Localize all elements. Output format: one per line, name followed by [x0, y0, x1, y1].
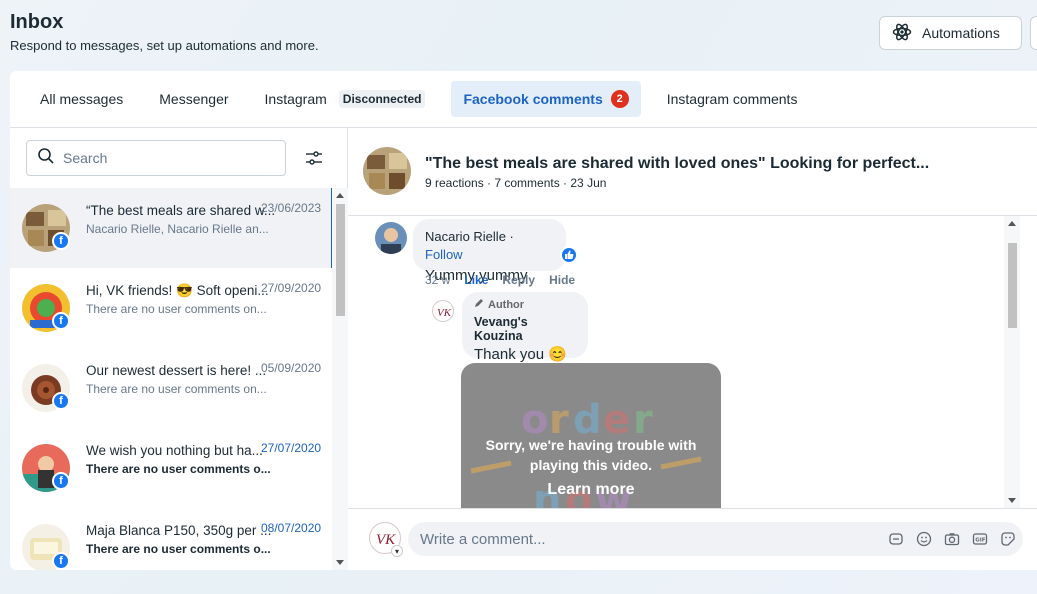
emoji-icon[interactable] — [915, 530, 933, 548]
scroll-down-icon[interactable] — [336, 560, 344, 565]
conversation-date: 27/07/2020 — [261, 441, 322, 455]
author-tag: Author — [474, 298, 576, 311]
video-attachment[interactable]: order now Sorry, we're having trouble wi… — [461, 363, 721, 508]
author-tag-label: Author — [488, 298, 525, 311]
conversation-title: “The best meals are shared w... — [86, 203, 276, 218]
separator-dot: · — [505, 229, 514, 244]
conversation-date: 05/09/2020 — [261, 361, 322, 375]
conversation-item[interactable]: f Maja Blanca P150, 350g per ... There a… — [10, 508, 332, 570]
camera-icon[interactable] — [943, 530, 961, 548]
facebook-icon: f — [52, 392, 70, 410]
search-input[interactable] — [63, 150, 263, 166]
automations-button[interactable]: Automations — [879, 16, 1022, 50]
search-icon — [37, 147, 55, 170]
conversation-title: Our newest dessert is here! ... — [86, 363, 267, 378]
facebook-icon: f — [52, 472, 70, 490]
hide-button[interactable]: Hide — [549, 273, 575, 287]
scrollbar-thumb[interactable] — [336, 204, 345, 316]
comment-bubble: Nacario Rielle · Follow Yummy yummy — [413, 219, 566, 284]
saved-reply-icon[interactable] — [887, 530, 905, 548]
thread-scrollbar[interactable] — [1004, 216, 1020, 508]
comment-thread: Nacario Rielle · Follow Yummy yummy 32 w… — [348, 216, 1020, 508]
svg-text:VK: VK — [437, 307, 452, 319]
inbox-panel: All messages Messenger Instagram Disconne… — [10, 71, 1037, 570]
tab-instagram-comments[interactable]: Instagram comments — [657, 81, 808, 117]
gif-icon[interactable]: GIF — [971, 530, 989, 548]
sticker-icon[interactable] — [999, 530, 1017, 548]
conversation-item[interactable]: f We wish you nothing but ha... There ar… — [10, 428, 332, 508]
unread-count-badge: 2 — [610, 90, 629, 108]
more-button[interactable] — [1030, 16, 1037, 50]
tab-bar: All messages Messenger Instagram Disconne… — [10, 71, 1037, 128]
comment-actions: 32 w Like Reply Hide — [425, 273, 575, 287]
post-header: "The best meals are shared with loved on… — [348, 128, 1037, 216]
conversation-preview: Nacario Rielle, Nacario Rielle an... — [86, 222, 269, 236]
conversation-preview: There are no user comments o... — [86, 462, 271, 476]
post-title[interactable]: "The best meals are shared with loved on… — [425, 155, 929, 173]
tab-label: All messages — [40, 91, 124, 107]
tab-instagram[interactable]: Instagram Disconnected — [255, 81, 436, 117]
reply-author[interactable]: Vevang's Kouzina — [474, 315, 576, 343]
comment-input[interactable] — [420, 530, 870, 548]
comment-composer: VK ▾ GIF — [348, 508, 1037, 570]
conversation-date: 23/06/2023 — [261, 201, 322, 215]
comment-input-box: GIF — [408, 522, 1023, 556]
conversation-sidebar: f “The best meals are shared w... Nacari… — [10, 128, 348, 570]
page-subtitle: Respond to messages, set up automations … — [10, 38, 319, 53]
composer-icons: GIF — [887, 530, 1017, 548]
conversation-date: 08/07/2020 — [261, 521, 322, 535]
comment-age: 32 w — [425, 273, 451, 287]
tab-facebook-comments[interactable]: Facebook comments 2 — [451, 81, 641, 117]
conversation-preview: There are no user comments o... — [86, 542, 271, 556]
video-error-message: Sorry, we're having trouble with playing… — [485, 437, 697, 473]
reply-text: Thank you 😊 — [474, 346, 567, 363]
comment-author[interactable]: Nacario Rielle — [425, 229, 506, 244]
page-header: Inbox Respond to messages, set up automa… — [10, 10, 319, 53]
post-thumbnail[interactable] — [363, 147, 411, 195]
svg-text:GIF: GIF — [975, 538, 986, 544]
facebook-icon: f — [52, 552, 70, 570]
conversation-preview: There are no user comments on... — [86, 382, 267, 396]
conversation-scrollbar[interactable] — [332, 188, 348, 570]
pencil-icon — [474, 298, 484, 311]
filter-icon[interactable] — [304, 148, 324, 168]
chevron-down-icon[interactable]: ▾ — [391, 545, 403, 557]
facebook-icon: f — [52, 312, 70, 330]
follow-link[interactable]: Follow — [425, 247, 463, 262]
conversation-title: We wish you nothing but ha... — [86, 443, 263, 458]
tab-label: Instagram — [264, 91, 327, 107]
reply-bubble: Author Vevang's Kouzina Thank you 😊 — [462, 292, 588, 363]
tab-label: Messenger — [159, 91, 229, 107]
like-button[interactable]: Like — [464, 273, 488, 287]
page-title: Inbox — [10, 11, 64, 33]
avatar[interactable] — [375, 222, 407, 254]
conversation-item[interactable]: f “The best meals are shared w... Nacari… — [10, 188, 332, 268]
conversation-item[interactable]: f Hi, VK friends! 😎 Soft openi... There … — [10, 268, 332, 348]
comment-thread-panel: "The best meals are shared with loved on… — [348, 128, 1037, 570]
automations-label: Automations — [922, 25, 1000, 41]
conversation-title: Maja Blanca P150, 350g per ... — [86, 523, 272, 538]
learn-more-link[interactable]: Learn more — [461, 481, 721, 499]
conversation-title: Hi, VK friends! 😎 Soft openi... — [86, 283, 269, 298]
tab-label: Instagram comments — [666, 91, 798, 107]
tab-all-messages[interactable]: All messages — [30, 81, 133, 117]
scroll-up-icon[interactable] — [336, 193, 344, 198]
reply-button[interactable]: Reply — [502, 273, 535, 287]
page-avatar[interactable]: VK — [432, 300, 454, 322]
conversation-list: f “The best meals are shared w... Nacari… — [10, 188, 332, 570]
disconnected-tag: Disconnected — [338, 90, 426, 108]
tab-label: Facebook comments — [463, 91, 603, 107]
conversation-date: 27/09/2020 — [261, 281, 322, 295]
scroll-down-icon[interactable] — [1008, 498, 1016, 503]
post-meta: 9 reactions · 7 comments · 23 Jun — [425, 176, 607, 190]
facebook-icon: f — [52, 232, 70, 250]
tab-messenger[interactable]: Messenger — [149, 81, 238, 117]
scrollbar-thumb[interactable] — [1008, 243, 1017, 328]
conversation-item[interactable]: f Our newest dessert is here! ... There … — [10, 348, 332, 428]
search-box — [26, 140, 286, 176]
thumbs-up-icon — [560, 246, 578, 264]
atom-icon — [892, 22, 912, 45]
scroll-up-icon[interactable] — [1008, 221, 1016, 226]
conversation-preview: There are no user comments on... — [86, 302, 267, 316]
